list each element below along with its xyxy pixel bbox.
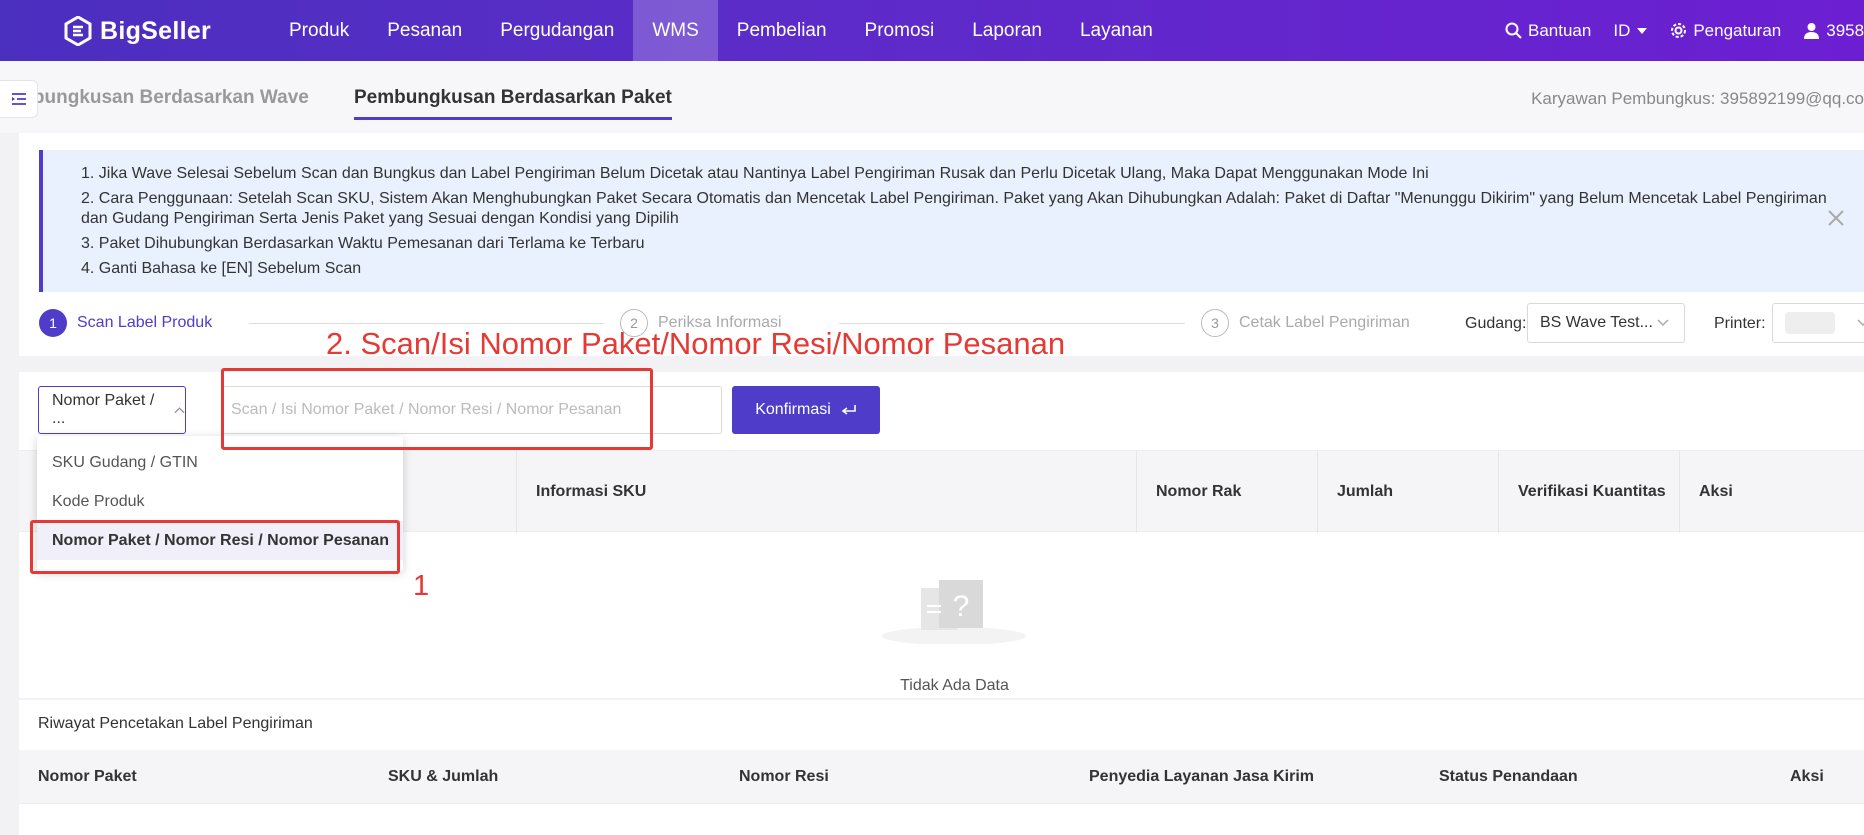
warehouse-select[interactable]: BS Wave Test... [1527,303,1685,343]
brand-name: BigSeller [100,16,212,45]
main-menu: Produk Pesanan Pergudangan WMS Pembelian… [270,0,1172,61]
step-connector [249,323,604,324]
help-label: Bantuan [1528,20,1592,40]
col-quantity: Jumlah [1317,451,1498,533]
enter-icon [841,405,856,415]
col-quantity-verification: Verifikasi Kuantitas [1498,451,1679,533]
help-link[interactable]: Bantuan [1505,21,1591,41]
top-navbar: BigSeller Produk Pesanan Pergudangan WMS… [0,0,1864,61]
menu-item-layanan[interactable]: Layanan [1061,0,1172,61]
annotation-step1-text: 1 [413,570,430,602]
notice-line: 2. Cara Penggunaan: Setelah Scan SKU, Si… [81,190,1827,227]
col-tracking-number: Nomor Resi [739,768,829,785]
packer-employee: Karyawan Pembungkus: 395892199@qq.co [1531,89,1864,108]
bigseller-logo-icon [64,16,92,46]
col-mark-status: Status Penandaan [1439,768,1578,785]
menu-item-pembelian[interactable]: Pembelian [718,0,846,61]
settings-link[interactable]: Pengaturan [1670,21,1781,41]
menu-fold-icon [11,93,26,105]
instructions-panel: 1. Jika Wave Selesai Sebelum Scan dan Bu… [19,133,1864,356]
history-table-header: Nomor Paket SKU & Jumlah Nomor Resi Peny… [19,750,1864,804]
empty-text: Tidak Ada Data [900,677,1009,694]
user-menu[interactable]: 3958 [1803,21,1864,41]
info-notice: 1. Jika Wave Selesai Sebelum Scan dan Bu… [39,150,1864,292]
step-number: 3 [1201,309,1229,337]
annotation-highlight-option [30,520,400,574]
warehouse-value: BS Wave Test... [1540,314,1653,331]
packing-mode-tabs: mbungkusan Berdasarkan Wave Pembungkusan… [0,61,1864,133]
option-product-code[interactable]: Kode Produk [37,482,403,521]
tab-package-packing[interactable]: Pembungkusan Berdasarkan Paket [354,87,672,120]
gear-icon [1671,23,1687,38]
col-action: Aksi [1679,451,1864,533]
empty-box-icon: ? [882,580,1026,644]
user-icon [1804,23,1820,39]
menu-item-laporan[interactable]: Laporan [953,0,1061,61]
notice-line: 3. Paket Dihubungkan Berdasarkan Waktu P… [81,235,645,252]
right-nav: Bantuan ID Pengaturan 3958 [1505,0,1864,61]
warehouse-label: Gudang: [1465,315,1527,332]
col-sku-info: Informasi SKU [516,451,1136,533]
language-label: ID [1613,20,1631,40]
caret-down-icon [1637,27,1648,34]
language-selector[interactable]: ID [1613,21,1648,41]
settings-label: Pengaturan [1693,20,1782,40]
tab-wave-packing[interactable]: mbungkusan Berdasarkan Wave [16,87,309,109]
step-label: Cetak Label Pengiriman [1239,314,1410,331]
step-label: Scan Label Produk [77,314,213,331]
svg-text:?: ? [953,590,970,623]
menu-item-pergudangan[interactable]: Pergudangan [481,0,633,61]
menu-item-wms[interactable]: WMS [633,0,718,61]
printer-select[interactable] [1772,303,1864,343]
chevron-up-icon [174,407,185,414]
step-number: 1 [39,309,67,337]
user-label: 3958 [1826,20,1864,40]
chevron-down-icon [1657,319,1669,327]
menu-item-promosi[interactable]: Promosi [846,0,954,61]
menu-item-pesanan[interactable]: Pesanan [368,0,481,61]
sidebar-toggle-button[interactable] [0,80,38,118]
col-shipping-provider: Penyedia Layanan Jasa Kirim [1089,768,1314,785]
step-print-label: 3 Cetak Label Pengiriman [1201,309,1410,337]
annotation-highlight-input [221,368,653,450]
chevron-down-icon [1857,319,1864,327]
col-package-number: Nomor Paket [38,768,137,785]
step-scan-label: 1 Scan Label Produk [39,309,212,337]
col-sku-quantity: SKU & Jumlah [388,768,499,785]
brand-logo[interactable]: BigSeller [64,14,211,48]
confirm-label: Konfirmasi [755,401,831,418]
printer-label: Printer: [1714,315,1766,332]
search-icon [1505,22,1522,39]
history-title: Riwayat Pencetakan Label Pengiriman [38,715,313,732]
menu-item-produk[interactable]: Produk [270,0,368,61]
print-history-panel: Riwayat Pencetakan Label Pengiriman Nomo… [19,700,1864,835]
notice-line: 1. Jika Wave Selesai Sebelum Scan dan Bu… [81,165,1429,182]
scan-type-select[interactable]: Nomor Paket / ... [38,386,186,434]
notice-line: 4. Ganti Bahasa ke [EN] Sebelum Scan [81,260,362,277]
col-action: Aksi [1790,768,1824,785]
close-icon[interactable] [1826,208,1846,228]
col-rack-number: Nomor Rak [1136,451,1317,533]
printer-value-blurred [1785,312,1835,334]
scan-type-value: Nomor Paket / ... [52,392,155,427]
annotation-step2-text: 2. Scan/Isi Nomor Paket/Nomor Resi/Nomor… [326,326,1066,361]
confirm-button[interactable]: Konfirmasi [732,386,880,434]
step-connector [839,323,1185,324]
